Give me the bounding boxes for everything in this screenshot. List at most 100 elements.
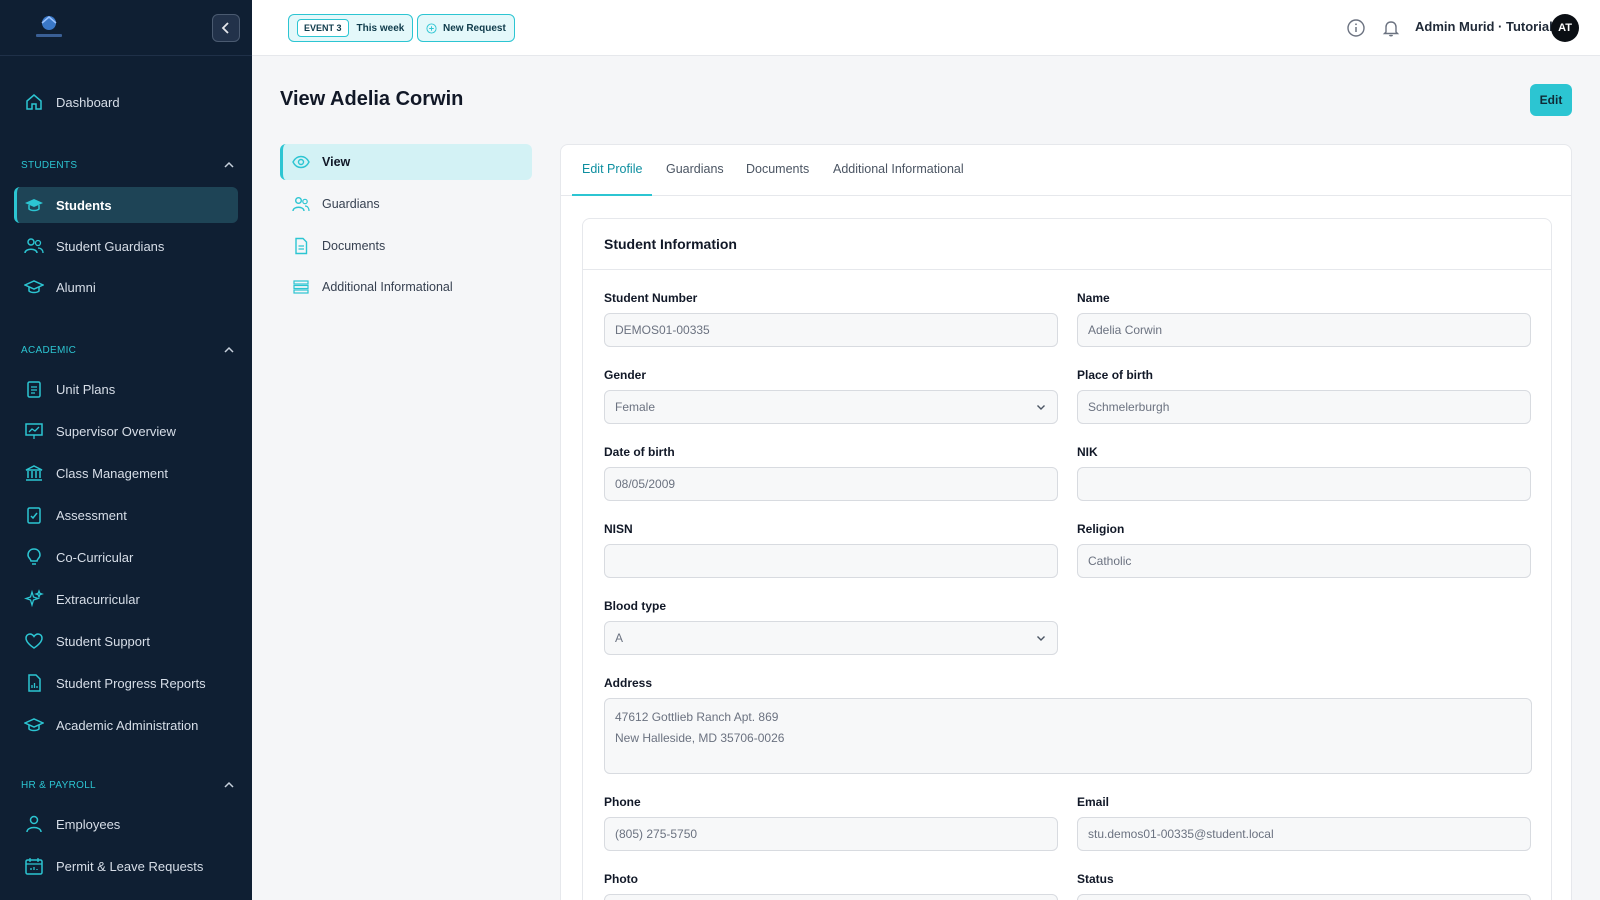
subnav-additional-informational[interactable]: Additional Informational (280, 269, 532, 305)
photo-upload[interactable] (604, 894, 1058, 900)
avatar[interactable]: AT (1551, 14, 1579, 42)
academic-cap-icon (24, 718, 44, 732)
email-field[interactable] (1077, 817, 1531, 851)
section-academic[interactable]: ACADEMIC (21, 344, 235, 356)
sidebar-item-label: Students (56, 197, 112, 213)
sidebar-item-co-curricular[interactable]: Co-Curricular (14, 539, 238, 575)
subnav-label: View (322, 155, 351, 169)
name-label: Name (1077, 291, 1110, 305)
sidebar-item-label: Assessment (56, 507, 127, 523)
address-textarea[interactable]: 47612 Gottlieb Ranch Apt. 869 New Halles… (604, 698, 1532, 774)
sidebar-item-unit-plans[interactable]: Unit Plans (14, 371, 238, 407)
user-name[interactable]: Admin Murid · Tutorial (1415, 19, 1553, 34)
info-icon[interactable] (1346, 18, 1366, 38)
event-tag: EVENT 3 (297, 19, 349, 37)
gender-label: Gender (604, 368, 647, 382)
sidebar-item-academic-administration[interactable]: Academic Administration (14, 707, 238, 743)
sidebar: Dashboard STUDENTS Students Student Guar… (0, 0, 252, 900)
sidebar-item-label: Unit Plans (56, 381, 116, 397)
section-students[interactable]: STUDENTS (21, 159, 235, 171)
chevron-up-icon (224, 781, 234, 788)
sidebar-item-assessment[interactable]: Assessment (14, 497, 238, 533)
sidebar-item-class-management[interactable]: Class Management (14, 455, 238, 491)
place-of-birth-label: Place of birth (1077, 368, 1154, 382)
place-of-birth-field[interactable] (1077, 390, 1531, 424)
sidebar-item-permit-leave-requests[interactable]: Permit & Leave Requests (14, 848, 238, 884)
sidebar-item-label: Permit & Leave Requests (56, 858, 204, 874)
blood-type-select[interactable]: A (604, 621, 1058, 655)
date-of-birth-field[interactable] (604, 467, 1058, 501)
sidebar-item-employees[interactable]: Employees (14, 806, 238, 842)
document-icon (295, 237, 308, 255)
phone-label: Phone (604, 795, 641, 809)
subnav-label: Additional Informational (322, 280, 453, 294)
sidebar-item-student-guardians[interactable]: Student Guardians (14, 228, 238, 264)
tab-edit-profile[interactable]: Edit Profile (582, 162, 642, 176)
active-tab-indicator (572, 194, 652, 196)
student-information-panel: Student Information Student Number Name … (582, 218, 1552, 900)
name-field[interactable] (1077, 313, 1531, 347)
event-week-button[interactable]: EVENT 3 This week (288, 14, 414, 42)
address-line-1: 47612 Gottlieb Ranch Apt. 869 (615, 710, 779, 724)
subnav-guardians[interactable]: Guardians (280, 186, 532, 222)
sidebar-item-label: Student Guardians (56, 238, 165, 254)
sidebar-item-student-progress-reports[interactable]: Student Progress Reports (14, 665, 238, 701)
edit-button[interactable]: Edit (1530, 84, 1572, 116)
school-logo-icon (36, 16, 62, 37)
sidebar-item-alumni[interactable]: Alumni (14, 269, 238, 305)
nik-field[interactable] (1077, 467, 1531, 501)
nisn-field[interactable] (604, 544, 1058, 578)
sidebar-item-students[interactable]: Students (14, 187, 238, 223)
document-chart-icon (28, 674, 41, 692)
sidebar-item-dashboard[interactable]: Dashboard (14, 84, 238, 120)
tab-additional-informational[interactable]: Additional Informational (833, 162, 964, 176)
sidebar-item-label: Student Support (56, 633, 150, 649)
sidebar-item-label: Academic Administration (56, 717, 199, 733)
sidebar-item-student-support[interactable]: Student Support (14, 623, 238, 659)
student-number-label: Student Number (604, 291, 698, 305)
sidebar-item-label: Supervisor Overview (56, 423, 176, 439)
sidebar-item-label: Dashboard (56, 94, 120, 110)
new-request-label: New Request (443, 22, 506, 34)
bell-icon[interactable] (1381, 18, 1401, 38)
student-number-field[interactable] (604, 313, 1058, 347)
profile-tabs: Edit Profile Guardians Documents Additio… (561, 145, 1571, 196)
calendar-icon (25, 858, 43, 875)
section-hr-payroll[interactable]: HR & PAYROLL (21, 779, 235, 791)
clipboard-check-icon (27, 507, 41, 524)
nisn-label: NISN (604, 522, 633, 536)
status-field[interactable] (1077, 894, 1531, 900)
home-icon (26, 94, 42, 110)
email-label: Email (1077, 795, 1110, 809)
religion-field[interactable] (1077, 544, 1531, 578)
subnav-view[interactable]: View (280, 144, 532, 180)
subnav-label: Guardians (322, 197, 380, 211)
sidebar-item-supervisor-overview[interactable]: Supervisor Overview (14, 413, 238, 449)
section-label: ACADEMIC (21, 344, 77, 356)
religion-label: Religion (1077, 522, 1125, 536)
sidebar-item-extracurricular[interactable]: Extracurricular (14, 581, 238, 617)
phone-field[interactable] (604, 817, 1058, 851)
sidebar-item-label: Co-Curricular (56, 549, 134, 565)
eye-icon (292, 155, 310, 169)
light-bulb-icon (27, 548, 41, 565)
sidebar-header (0, 0, 252, 56)
subnav-label: Documents (322, 239, 386, 253)
sidebar-item-label: Extracurricular (56, 591, 140, 607)
tab-guardians[interactable]: Guardians (666, 162, 724, 176)
gender-select[interactable]: Female (604, 390, 1058, 424)
chevron-down-icon (1037, 636, 1045, 641)
chevron-up-icon (224, 161, 234, 168)
nik-label: NIK (1077, 445, 1098, 459)
collapse-sidebar-button[interactable] (212, 14, 240, 42)
chevron-left-icon (221, 22, 229, 34)
sidebar-item-label: Alumni (56, 279, 96, 295)
status-label: Status (1077, 872, 1114, 886)
sidebar-item-label: Class Management (56, 465, 168, 481)
tab-documents[interactable]: Documents (746, 162, 809, 176)
date-of-birth-label: Date of birth (604, 445, 675, 459)
subnav-documents[interactable]: Documents (280, 228, 532, 264)
section-label: HR & PAYROLL (21, 779, 96, 791)
new-request-button[interactable]: New Request (417, 14, 515, 42)
gender-value: Female (615, 400, 656, 414)
